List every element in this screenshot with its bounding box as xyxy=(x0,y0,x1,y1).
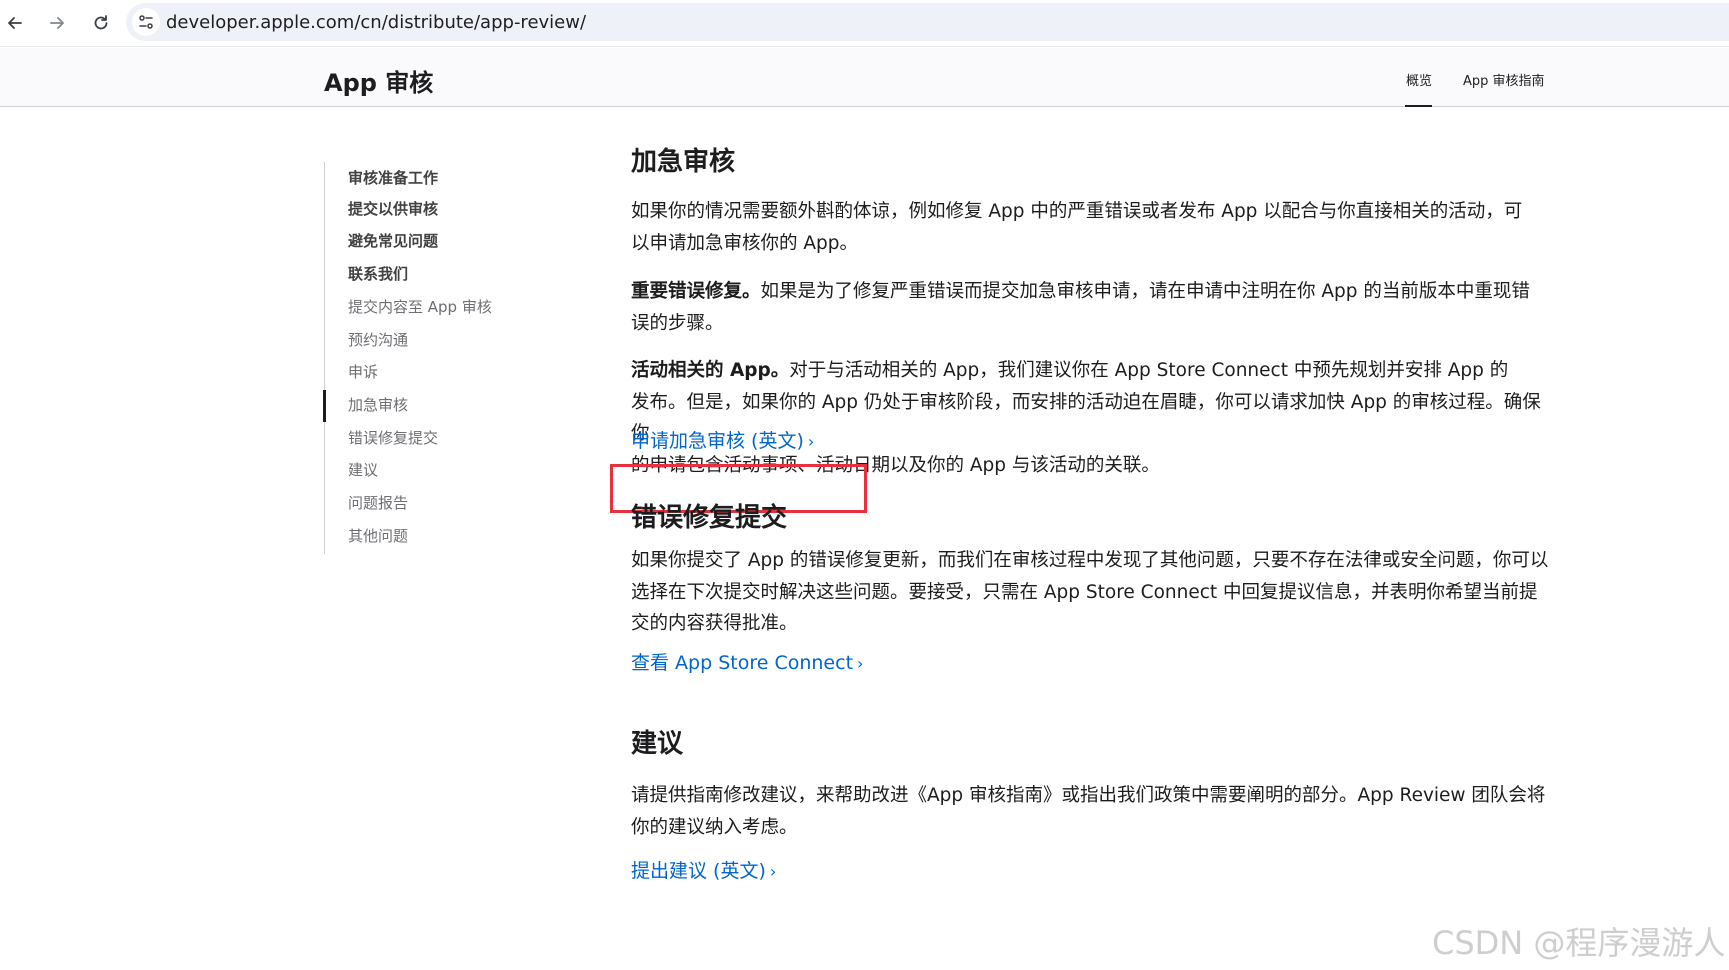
reload-button[interactable] xyxy=(86,8,116,38)
heading-suggestions: 建议 xyxy=(631,729,684,759)
address-bar[interactable]: developer.apple.com/cn/distribute/app-re… xyxy=(126,3,1729,41)
sidebar-item-appointment[interactable]: 预约沟通 xyxy=(348,329,408,350)
local-nav: App 审核 概览 App 审核指南 xyxy=(0,48,1729,107)
bold-lead: 活动相关的 App。 xyxy=(631,360,790,381)
sidebar-item-avoid-issues[interactable]: 避免常见问题 xyxy=(348,230,438,251)
arrow-right-icon xyxy=(50,17,64,29)
site-settings-icon[interactable] xyxy=(132,8,160,36)
text-line: 以申请加急审核你的 App。 xyxy=(631,232,859,254)
request-expedite-link[interactable]: 申请加急审核 (英文) › xyxy=(631,426,814,453)
watermark: CSDN @程序漫游人 xyxy=(1432,924,1726,962)
submit-suggestion-link[interactable]: 提出建议 (英文) › xyxy=(631,856,776,883)
forward-button[interactable] xyxy=(42,8,72,38)
sidebar-item-submit-review[interactable]: 提交以供审核 xyxy=(348,198,438,219)
link-label: 提出建议 (英文) xyxy=(631,860,766,882)
event-app-paragraph: 活动相关的 App。对于与活动相关的 App，我们建议你在 App Store … xyxy=(631,355,1551,481)
page-title[interactable]: App 审核 xyxy=(324,63,433,98)
text-line: 活动相关的 App。对于与活动相关的 App，我们建议你在 App Store … xyxy=(631,355,1551,387)
sidebar-item-contact-us[interactable]: 联系我们 xyxy=(348,263,408,284)
text-line: 选择在下次提交时解决这些问题。要接受，只需在 App Store Connect… xyxy=(631,581,1538,603)
expedite-paragraph: 如果你的情况需要额外斟酌体谅，例如修复 App 中的严重错误或者发布 App 以… xyxy=(631,196,1551,259)
sidebar-item-bugfix[interactable]: 错误修复提交 xyxy=(348,427,438,448)
bold-lead: 重要错误修复。 xyxy=(631,281,761,302)
sidebar-item-appeal[interactable]: 申诉 xyxy=(348,361,378,382)
sidebar-active-indicator xyxy=(323,390,326,422)
url-text[interactable]: developer.apple.com/cn/distribute/app-re… xyxy=(166,12,586,33)
text-span: 对于与活动相关的 App，我们建议你在 App Store Connect 中预… xyxy=(789,360,1509,381)
sidebar-nav: 审核准备工作 提交以供审核 避免常见问题 联系我们 提交内容至 App 审核 预… xyxy=(323,162,554,554)
sidebar-item-expedite[interactable]: 加急审核 xyxy=(348,394,408,415)
text-span: 如果是为了修复严重错误而提交加急审核申请，请在申请中注明在你 App 的当前版本… xyxy=(760,281,1530,302)
text-line: 交的内容获得批准。 xyxy=(631,613,798,634)
text-line: 如果你提交了 App 的错误修复更新，而我们在审核过程中发现了其他问题，只要不存… xyxy=(631,550,1549,571)
text-line: 误的步骤。 xyxy=(631,312,724,334)
text-line: 请提供指南修改建议，来帮助改进《App 审核指南》或指出我们政策中需要阐明的部分… xyxy=(631,785,1546,806)
bugfix-paragraph: 如果你提交了 App 的错误修复更新，而我们在审核过程中发现了其他问题，只要不存… xyxy=(631,545,1551,640)
text-line: 重要错误修复。如果是为了修复严重错误而提交加急审核申请，请在申请中注明在你 Ap… xyxy=(631,276,1551,308)
arrow-left-icon xyxy=(8,17,22,29)
reload-icon xyxy=(94,15,108,30)
heading-bugfix: 错误修复提交 xyxy=(631,503,788,533)
sidebar-item-review-prep[interactable]: 审核准备工作 xyxy=(348,167,438,188)
sidebar-item-suggestions[interactable]: 建议 xyxy=(348,459,378,480)
chevron-right-icon: › xyxy=(769,862,777,881)
nav-link-overview[interactable]: 概览 xyxy=(1406,70,1432,89)
link-label: 查看 App Store Connect xyxy=(631,652,854,674)
chevron-right-icon: › xyxy=(807,432,815,451)
text-line: 你的建议纳入考虑。 xyxy=(631,816,798,838)
critical-bugfix-paragraph: 重要错误修复。如果是为了修复严重错误而提交加急审核申请，请在申请中注明在你 Ap… xyxy=(631,276,1551,339)
sidebar-item-submit-content[interactable]: 提交内容至 App 审核 xyxy=(348,296,492,317)
active-nav-indicator xyxy=(1405,105,1432,107)
link-label: 申请加急审核 (英文) xyxy=(631,430,804,452)
back-button[interactable] xyxy=(0,8,30,38)
browser-toolbar: developer.apple.com/cn/distribute/app-re… xyxy=(0,0,1729,47)
heading-expedite: 加急审核 xyxy=(631,147,736,177)
sidebar-item-report[interactable]: 问题报告 xyxy=(348,492,408,513)
nav-link-guidelines[interactable]: App 审核指南 xyxy=(1463,70,1545,89)
sidebar-item-other[interactable]: 其他问题 xyxy=(348,525,408,546)
view-app-store-connect-link[interactable]: 查看 App Store Connect › xyxy=(631,648,863,675)
text-line: 如果你的情况需要额外斟酌体谅，例如修复 App 中的严重错误或者发布 App 以… xyxy=(631,201,1523,222)
chevron-right-icon: › xyxy=(857,654,864,673)
suggestions-paragraph: 请提供指南修改建议，来帮助改进《App 审核指南》或指出我们政策中需要阐明的部分… xyxy=(631,780,1551,843)
